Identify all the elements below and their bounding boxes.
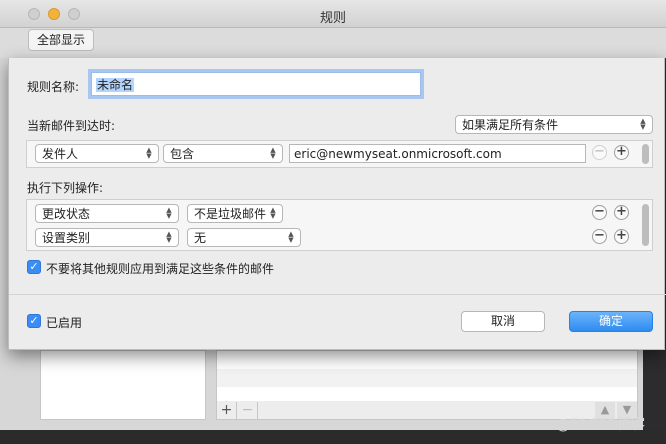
action-value-1: 更改状态: [42, 207, 91, 221]
condition-field-select[interactable]: 发件人 ▲ ▼: [35, 144, 159, 163]
divider: [9, 294, 666, 295]
conditions-scrollbar[interactable]: [642, 144, 649, 164]
rule-editor-sheet: 规则名称: 未命名 当新邮件到达时: 如果满足所有条件 ▲ ▼ 发件人 ▲ ▼ 包含…: [8, 58, 666, 350]
enabled-checkbox[interactable]: ✓: [27, 314, 41, 328]
rules-list[interactable]: [40, 350, 206, 420]
window-title: 规则: [319, 11, 346, 26]
condition-field-value: 发件人: [42, 147, 79, 161]
rules-detail-table[interactable]: [216, 350, 638, 402]
ok-button[interactable]: 确定: [569, 311, 653, 332]
conditions-box: 发件人 ▲ ▼ 包含 ▲ ▼ eric@newmyseat.onmicrosoft.…: [26, 140, 653, 168]
plus-circle-icon[interactable]: +: [614, 229, 629, 244]
plus-circle-icon[interactable]: +: [614, 145, 629, 160]
action-param-select-1[interactable]: 不是垃圾邮件 ▲ ▼: [187, 204, 283, 223]
show-all-button[interactable]: 全部显示: [28, 29, 95, 51]
match-mode-value: 如果满足所有条件: [462, 118, 559, 132]
rule-name-label: 规则名称:: [27, 80, 80, 94]
chevron-updown-icon: ▲ ▼: [166, 230, 172, 244]
action-value-2: 设置类别: [42, 231, 91, 245]
table-row: [217, 369, 637, 387]
action-param-value-1: 不是垃圾邮件: [194, 207, 267, 221]
action-param-select-2[interactable]: 无 ▲ ▼: [187, 228, 301, 247]
condition-operator-select[interactable]: 包含 ▲ ▼: [163, 144, 283, 163]
watermark: @51CTO博客: [556, 417, 646, 433]
chevron-updown-icon: ▲ ▼: [640, 117, 646, 131]
title-bar: 规则: [0, 0, 666, 28]
minus-circle-icon[interactable]: −: [592, 145, 607, 160]
cancel-button[interactable]: 取消: [461, 311, 545, 332]
minus-circle-icon[interactable]: −: [592, 229, 607, 244]
minus-circle-icon[interactable]: −: [592, 205, 607, 220]
chevron-updown-icon: ▲ ▼: [166, 206, 172, 220]
add-rule-button[interactable]: +: [217, 402, 237, 419]
plus-circle-icon[interactable]: +: [614, 205, 629, 220]
chevron-updown-icon: ▲ ▼: [288, 230, 294, 244]
action-param-value-2: 无: [194, 231, 207, 245]
trigger-label: 当新邮件到达时:: [27, 119, 116, 133]
chevron-updown-icon: ▲ ▼: [146, 146, 152, 160]
chevron-updown-icon: ▲ ▼: [270, 206, 276, 220]
stop-rules-label: 不要将其他规则应用到满足这些条件的邮件: [46, 262, 275, 276]
enabled-label: 已启用: [46, 316, 83, 330]
match-mode-select[interactable]: 如果满足所有条件 ▲ ▼: [455, 115, 653, 134]
actions-label: 执行下列操作:: [27, 181, 104, 195]
action-select-1[interactable]: 更改状态 ▲ ▼: [35, 204, 179, 223]
condition-operator-value: 包含: [170, 147, 195, 161]
stop-rules-checkbox[interactable]: ✓: [27, 260, 41, 274]
actions-box: 更改状态 ▲ ▼ 不是垃圾邮件 ▲ ▼ − + 设置类别 ▲ ▼ 无 ▲ ▼ − +: [26, 199, 653, 251]
rule-name-value: 未命名: [96, 78, 135, 92]
rule-name-input[interactable]: 未命名: [91, 72, 421, 96]
remove-rule-button[interactable]: −: [238, 402, 258, 419]
actions-scrollbar[interactable]: [642, 204, 649, 246]
action-select-2[interactable]: 设置类别 ▲ ▼: [35, 228, 179, 247]
condition-value-field[interactable]: eric@newmyseat.onmicrosoft.com: [289, 144, 586, 163]
chevron-updown-icon: ▲ ▼: [270, 146, 276, 160]
toolbar: 全部显示: [0, 28, 666, 58]
